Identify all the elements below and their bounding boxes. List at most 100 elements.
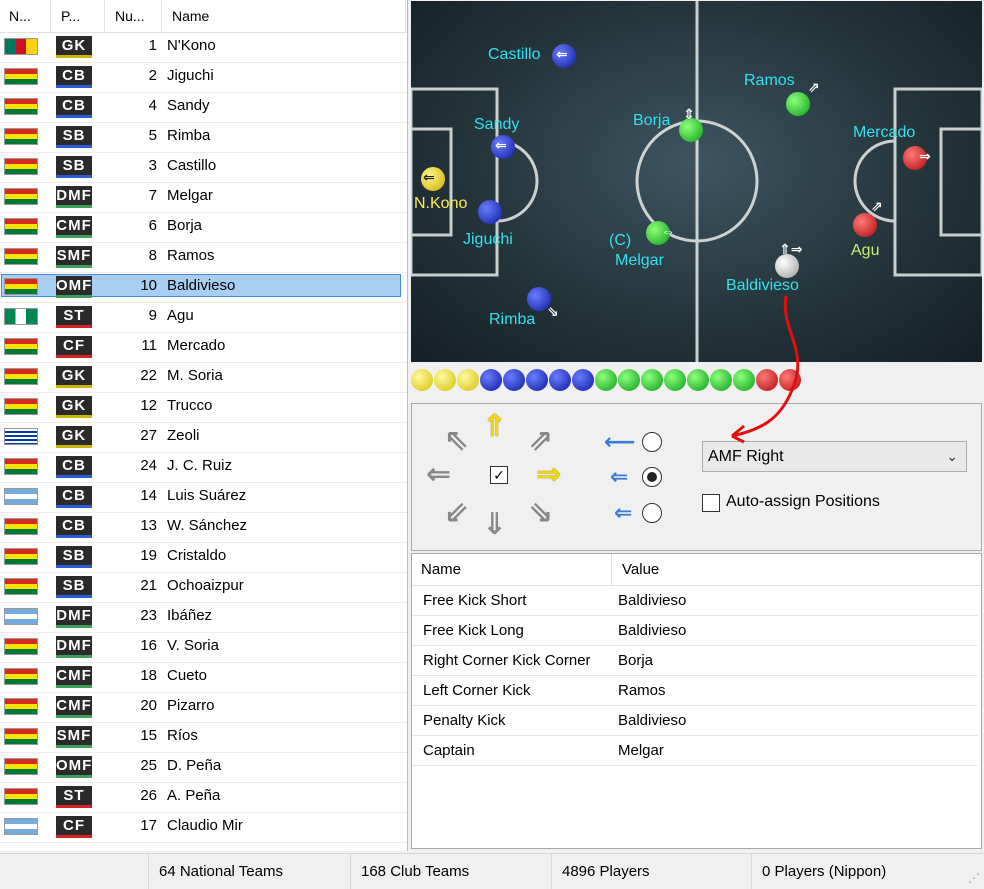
position-badge: SB	[56, 126, 92, 148]
player-name: Melgar	[167, 187, 213, 204]
table-row[interactable]: CF 11 Mercado	[0, 333, 407, 363]
player-name: Agu	[167, 307, 194, 324]
table-row[interactable]: CB 13 W. Sánchez	[0, 513, 407, 543]
set-piece-value[interactable]: Ramos	[607, 676, 666, 706]
player-name: Pizarro	[167, 697, 215, 714]
run-distance-long-radio[interactable]	[642, 432, 662, 452]
table-row[interactable]: CMF 18 Cueto	[0, 663, 407, 693]
arrow-up-left-button[interactable]: ⇖	[444, 426, 469, 456]
position-badge: CB	[56, 486, 92, 508]
table-row[interactable]: SMF 15 Ríos	[0, 723, 407, 753]
run-distance-short-radio[interactable]	[642, 503, 662, 523]
position-badge: GK	[56, 426, 92, 448]
player-marker-jiguchi[interactable]	[478, 200, 502, 224]
arrow-right-icon: ⇒	[919, 148, 931, 164]
arrow-down-left-button[interactable]: ⇙	[444, 498, 469, 528]
player-rows: GK 1 N'Kono CB 2 Jiguchi CB 4 Sandy SB 5 Rimba SB 3 Ca…	[0, 33, 407, 843]
flag-bolivia-icon	[4, 98, 38, 115]
table-row[interactable]: CMF 20 Pizarro	[0, 693, 407, 723]
set-piece-value[interactable]: Baldivieso	[607, 586, 686, 616]
player-marker-agu[interactable]	[853, 213, 877, 237]
table-row[interactable]: OMF 25 D. Peña	[0, 753, 407, 783]
column-header-value[interactable]: Value	[613, 554, 659, 586]
resize-grip-icon[interactable]: ⋰	[968, 871, 980, 885]
table-row[interactable]: Captain Melgar	[412, 736, 978, 766]
pitch-label-mercado: Mercado	[853, 124, 916, 141]
flag-bolivia-icon	[4, 548, 38, 565]
auto-assign-checkbox[interactable]	[702, 494, 720, 512]
table-row[interactable]: DMF 7 Melgar	[0, 183, 407, 213]
player-number: 8	[148, 247, 157, 264]
ball-gk	[457, 369, 479, 391]
position-badge: CMF	[56, 216, 92, 238]
player-name: Castillo	[167, 157, 217, 174]
player-number: 17	[140, 817, 157, 834]
table-row[interactable]: SB 5 Rimba	[0, 123, 407, 153]
table-row[interactable]: SMF 8 Ramos	[0, 243, 407, 273]
set-piece-value[interactable]: Baldivieso	[607, 706, 686, 736]
player-number: 4	[148, 97, 157, 114]
column-header-number[interactable]: Nu...	[106, 0, 162, 33]
table-row[interactable]: SB 19 Cristaldo	[0, 543, 407, 573]
position-badge: SB	[56, 576, 92, 598]
table-row[interactable]: GK 22 M. Soria	[0, 363, 407, 393]
center-checkbox[interactable]: ✓	[490, 466, 508, 484]
arrow-up-right-button[interactable]: ⇗	[528, 426, 553, 456]
player-name: Jiguchi	[167, 67, 214, 84]
player-number: 23	[140, 607, 157, 624]
flag-bolivia-icon	[4, 248, 38, 265]
arrow-right-button[interactable]: ⇒	[536, 460, 561, 490]
table-row[interactable]: CB 4 Sandy	[0, 93, 407, 123]
column-header-name[interactable]: Name	[412, 554, 612, 586]
table-row[interactable]: GK 1 N'Kono	[0, 33, 407, 63]
player-name: Rimba	[167, 127, 211, 144]
flag-uruguay-icon	[4, 428, 38, 445]
table-row[interactable]: CB 24 J. C. Ruiz	[0, 453, 407, 483]
table-row[interactable]: Right Corner Kick Corner Borja	[412, 646, 978, 676]
table-row[interactable]: OMF 10 Baldivieso	[0, 273, 407, 303]
pitch-label-rimba: Rimba	[489, 311, 536, 328]
arrow-left-button[interactable]: ⇐	[426, 460, 451, 490]
arrow-down-right-button[interactable]: ⇘	[528, 498, 553, 528]
table-row[interactable]: DMF 16 V. Soria	[0, 633, 407, 663]
arrow-left-icon: ⇐	[495, 137, 507, 153]
flag-bolivia-icon	[4, 758, 38, 775]
table-row[interactable]: Penalty Kick Baldivieso	[412, 706, 978, 736]
table-row[interactable]: SB 3 Castillo	[0, 153, 407, 183]
player-name: Luis Suárez	[167, 487, 247, 504]
set-piece-header: Name Value	[412, 554, 981, 586]
table-row[interactable]: CB 2 Jiguchi	[0, 63, 407, 93]
table-row[interactable]: Left Corner Kick Ramos	[412, 676, 978, 706]
run-distance-medium-radio[interactable]	[642, 467, 662, 487]
table-row[interactable]: DMF 23 Ibáñez	[0, 603, 407, 633]
table-row[interactable]: ST 26 A. Peña	[0, 783, 407, 813]
set-piece-value[interactable]: Borja	[607, 646, 653, 676]
table-row[interactable]: CF 17 Claudio Mir	[0, 813, 407, 843]
player-number: 24	[140, 457, 157, 474]
table-row[interactable]: Free Kick Short Baldivieso	[412, 586, 978, 616]
table-row[interactable]: GK 27 Zeoli	[0, 423, 407, 453]
arrow-down-button[interactable]: ⇓	[482, 510, 507, 540]
set-piece-name: Free Kick Long	[423, 622, 524, 639]
column-header-position[interactable]: P...	[52, 0, 105, 33]
ball-df	[503, 369, 525, 391]
table-row[interactable]: CMF 6 Borja	[0, 213, 407, 243]
arrow-up-right-icon: ⇗	[808, 79, 820, 95]
player-number: 19	[140, 547, 157, 564]
formation-pitch[interactable]: ⇐ Castillo ⇗ Ramos ⇐ Sandy ⇕ Borja ⇒ Mer…	[411, 1, 982, 362]
column-header-name[interactable]: Name	[163, 0, 406, 33]
table-row[interactable]: ST 9 Agu	[0, 303, 407, 333]
set-piece-value[interactable]: Baldivieso	[607, 616, 686, 646]
arrow-up-button[interactable]: ⇑	[482, 412, 507, 442]
pitch-label-castillo: Castillo	[488, 46, 541, 63]
position-badge: ST	[56, 786, 92, 808]
table-row[interactable]: GK 12 Trucco	[0, 393, 407, 423]
set-piece-value[interactable]: Melgar	[607, 736, 664, 766]
position-badge: GK	[56, 396, 92, 418]
position-badge: CMF	[56, 696, 92, 718]
table-row[interactable]: Free Kick Long Baldivieso	[412, 616, 978, 646]
table-row[interactable]: CB 14 Luis Suárez	[0, 483, 407, 513]
player-marker-ramos[interactable]	[786, 92, 810, 116]
table-row[interactable]: SB 21 Ochoaizpur	[0, 573, 407, 603]
column-header-nationality[interactable]: N...	[0, 0, 51, 33]
